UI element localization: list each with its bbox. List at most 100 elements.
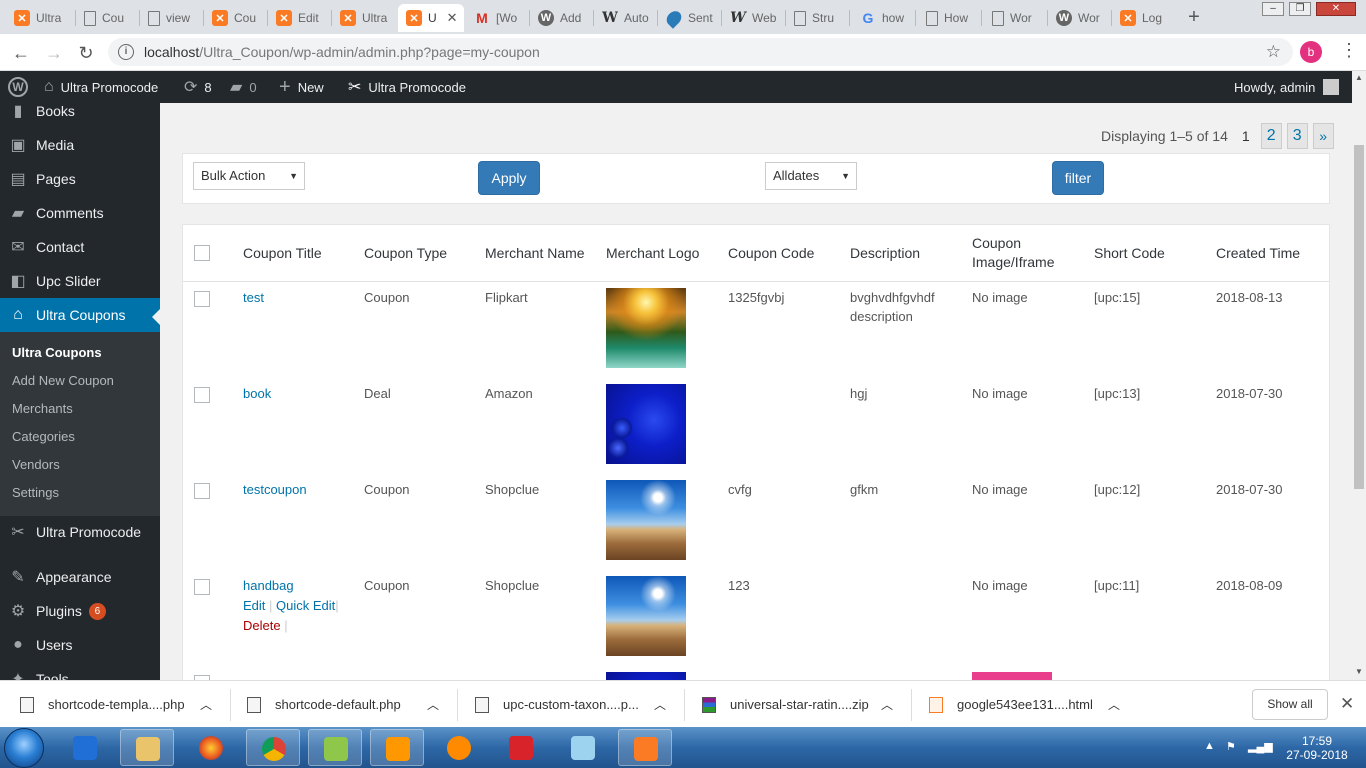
- taskbar-chrome[interactable]: [246, 729, 300, 766]
- browser-tab[interactable]: Ghow: [852, 4, 914, 32]
- browser-tab[interactable]: ✕ Ultra: [332, 4, 394, 32]
- browser-tab[interactable]: ✕ Edit: [268, 4, 330, 32]
- submenu-settings[interactable]: Settings: [12, 485, 59, 500]
- clock[interactable]: 17:59 27-09-2018: [1282, 734, 1352, 762]
- url-text[interactable]: localhost/Ultra_Coupon/wp-admin/admin.ph…: [144, 44, 540, 60]
- taskbar-notepad[interactable]: [308, 729, 362, 766]
- browser-menu-icon[interactable]: ⋮: [1340, 40, 1358, 61]
- download-item[interactable]: shortcode-templa....php: [20, 681, 185, 728]
- dates-select[interactable]: Alldates ▼: [765, 162, 857, 190]
- scrollbar-thumb[interactable]: [1354, 145, 1364, 489]
- page-scrollbar[interactable]: ▲ ▼: [1352, 71, 1366, 680]
- taskbar-downloader[interactable]: [494, 729, 548, 766]
- submenu-vendors[interactable]: Vendors: [12, 457, 60, 472]
- download-menu-chevron[interactable]: ︿: [200, 681, 212, 728]
- taskbar-firefox[interactable]: [184, 729, 238, 766]
- browser-tab[interactable]: ✕ Cou: [204, 4, 266, 32]
- new-content-link[interactable]: + New: [279, 71, 324, 103]
- sidebar-item-upc-slider[interactable]: ◧ Upc Slider: [0, 264, 160, 298]
- sidebar-item-pages[interactable]: ▤ Pages: [0, 162, 160, 196]
- bulk-action-select[interactable]: Bulk Action ▼: [193, 162, 305, 190]
- close-tab-icon[interactable]: ✕: [447, 10, 458, 26]
- column-header[interactable]: Created Time: [1216, 225, 1300, 281]
- browser-tab[interactable]: Sent: [658, 4, 720, 32]
- download-menu-chevron[interactable]: ︿: [881, 681, 893, 728]
- browser-tab[interactable]: W Add: [530, 4, 592, 32]
- scroll-up-icon[interactable]: ▲: [1355, 73, 1363, 82]
- address-bar[interactable]: i localhost/Ultra_Coupon/wp-admin/admin.…: [108, 38, 1293, 66]
- tray-up-arrow-icon[interactable]: ▲: [1204, 740, 1215, 752]
- column-header[interactable]: Short Code: [1094, 225, 1165, 281]
- close-icon[interactable]: ✕: [1340, 694, 1354, 714]
- sidebar-item-ultra-promocode[interactable]: ✂ Ultra Promocode: [0, 515, 160, 549]
- reload-icon[interactable]: ↻: [74, 41, 98, 65]
- select-all-checkbox[interactable]: [194, 245, 210, 261]
- browser-tab[interactable]: Stru: [786, 4, 848, 32]
- site-name-link[interactable]: ⌂ Ultra Promocode: [44, 71, 158, 103]
- column-header[interactable]: Coupon Code: [728, 225, 814, 281]
- scroll-down-icon[interactable]: ▼: [1355, 667, 1363, 676]
- taskbar-app[interactable]: [556, 729, 610, 766]
- coupon-title-link[interactable]: test: [243, 288, 264, 307]
- page-link-3[interactable]: 3: [1286, 123, 1308, 149]
- sidebar-item-ultra-coupons[interactable]: ⌂ Ultra Coupons: [0, 298, 160, 332]
- delete-link[interactable]: Delete: [243, 618, 281, 633]
- taskbar-xampp[interactable]: [618, 729, 672, 766]
- coupon-title-link[interactable]: book: [243, 384, 271, 403]
- wordpress-logo-icon[interactable]: W: [8, 71, 28, 103]
- info-icon[interactable]: i: [118, 44, 134, 60]
- sidebar-item-users[interactable]: ● Users: [0, 628, 160, 662]
- forward-icon[interactable]: →: [42, 41, 66, 65]
- sidebar-item-plugins[interactable]: ⚙ Plugins 6: [0, 594, 160, 628]
- close-window-button[interactable]: ✕: [1316, 2, 1356, 16]
- taskbar-explorer[interactable]: [120, 729, 174, 766]
- coupon-title-link[interactable]: testcoupon: [243, 480, 307, 499]
- browser-tab[interactable]: How: [918, 4, 980, 32]
- show-all-button[interactable]: Show all: [1252, 689, 1328, 720]
- download-item[interactable]: shortcode-default.php: [247, 681, 401, 728]
- signal-icon[interactable]: ▂▄▆: [1248, 740, 1273, 753]
- column-header[interactable]: Merchant Name: [485, 225, 585, 281]
- taskbar-media-player[interactable]: [58, 729, 112, 766]
- apply-button[interactable]: Apply: [478, 161, 540, 195]
- row-checkbox[interactable]: [194, 291, 210, 307]
- new-tab-button[interactable]: +: [1183, 7, 1205, 29]
- sidebar-item-appearance[interactable]: ✎ Appearance: [0, 560, 160, 594]
- download-item[interactable]: google543ee131....html: [929, 681, 1093, 728]
- browser-tab[interactable]: view: [140, 4, 202, 32]
- column-header[interactable]: Description: [850, 225, 920, 281]
- profile-avatar[interactable]: b: [1300, 41, 1322, 63]
- network-flag-icon[interactable]: ⚑: [1226, 740, 1236, 753]
- download-item[interactable]: universal-star-ratin....zip: [702, 681, 869, 728]
- sidebar-item-tools[interactable]: ✦ Tools: [0, 662, 160, 680]
- browser-tab[interactable]: W Web: [722, 4, 784, 32]
- submenu-add-new-coupon[interactable]: Add New Coupon: [12, 373, 114, 388]
- row-checkbox[interactable]: [194, 579, 210, 595]
- edit-link[interactable]: Edit: [243, 598, 265, 613]
- browser-tab[interactable]: M [Wo: [466, 4, 528, 32]
- submenu-categories[interactable]: Categories: [12, 429, 75, 444]
- column-header[interactable]: Coupon Type: [364, 225, 447, 281]
- row-checkbox[interactable]: [194, 483, 210, 499]
- submenu-merchants[interactable]: Merchants: [12, 401, 73, 416]
- page-link-2[interactable]: 2: [1260, 123, 1282, 149]
- my-account-link[interactable]: Howdy, admin: [1234, 71, 1340, 103]
- taskbar-sublime[interactable]: [370, 729, 424, 766]
- browser-tab[interactable]: W Wor: [1048, 4, 1110, 32]
- column-header[interactable]: Merchant Logo: [606, 225, 699, 281]
- column-header[interactable]: Coupon Image/Iframe: [972, 225, 1072, 281]
- bookmark-star-icon[interactable]: ☆: [1266, 42, 1281, 62]
- browser-tab[interactable]: ✕ Log: [1112, 4, 1174, 32]
- browser-tab[interactable]: Wor: [984, 4, 1046, 32]
- browser-tab-active[interactable]: ✕ U ✕: [398, 4, 464, 32]
- quick-edit-link[interactable]: Quick Edit: [276, 598, 335, 613]
- minimize-button[interactable]: –: [1262, 2, 1284, 16]
- download-menu-chevron[interactable]: ︿: [1108, 681, 1120, 728]
- sidebar-item-media[interactable]: ▣ Media: [0, 128, 160, 162]
- start-button[interactable]: [4, 728, 44, 768]
- sidebar-item-comments[interactable]: ▰ Comments: [0, 196, 160, 230]
- ultra-promocode-link[interactable]: ✂ Ultra Promocode: [348, 71, 466, 103]
- restore-button[interactable]: ❐: [1289, 2, 1311, 16]
- next-page-link[interactable]: »: [1312, 123, 1334, 149]
- comments-link[interactable]: ▰ 0: [230, 71, 257, 103]
